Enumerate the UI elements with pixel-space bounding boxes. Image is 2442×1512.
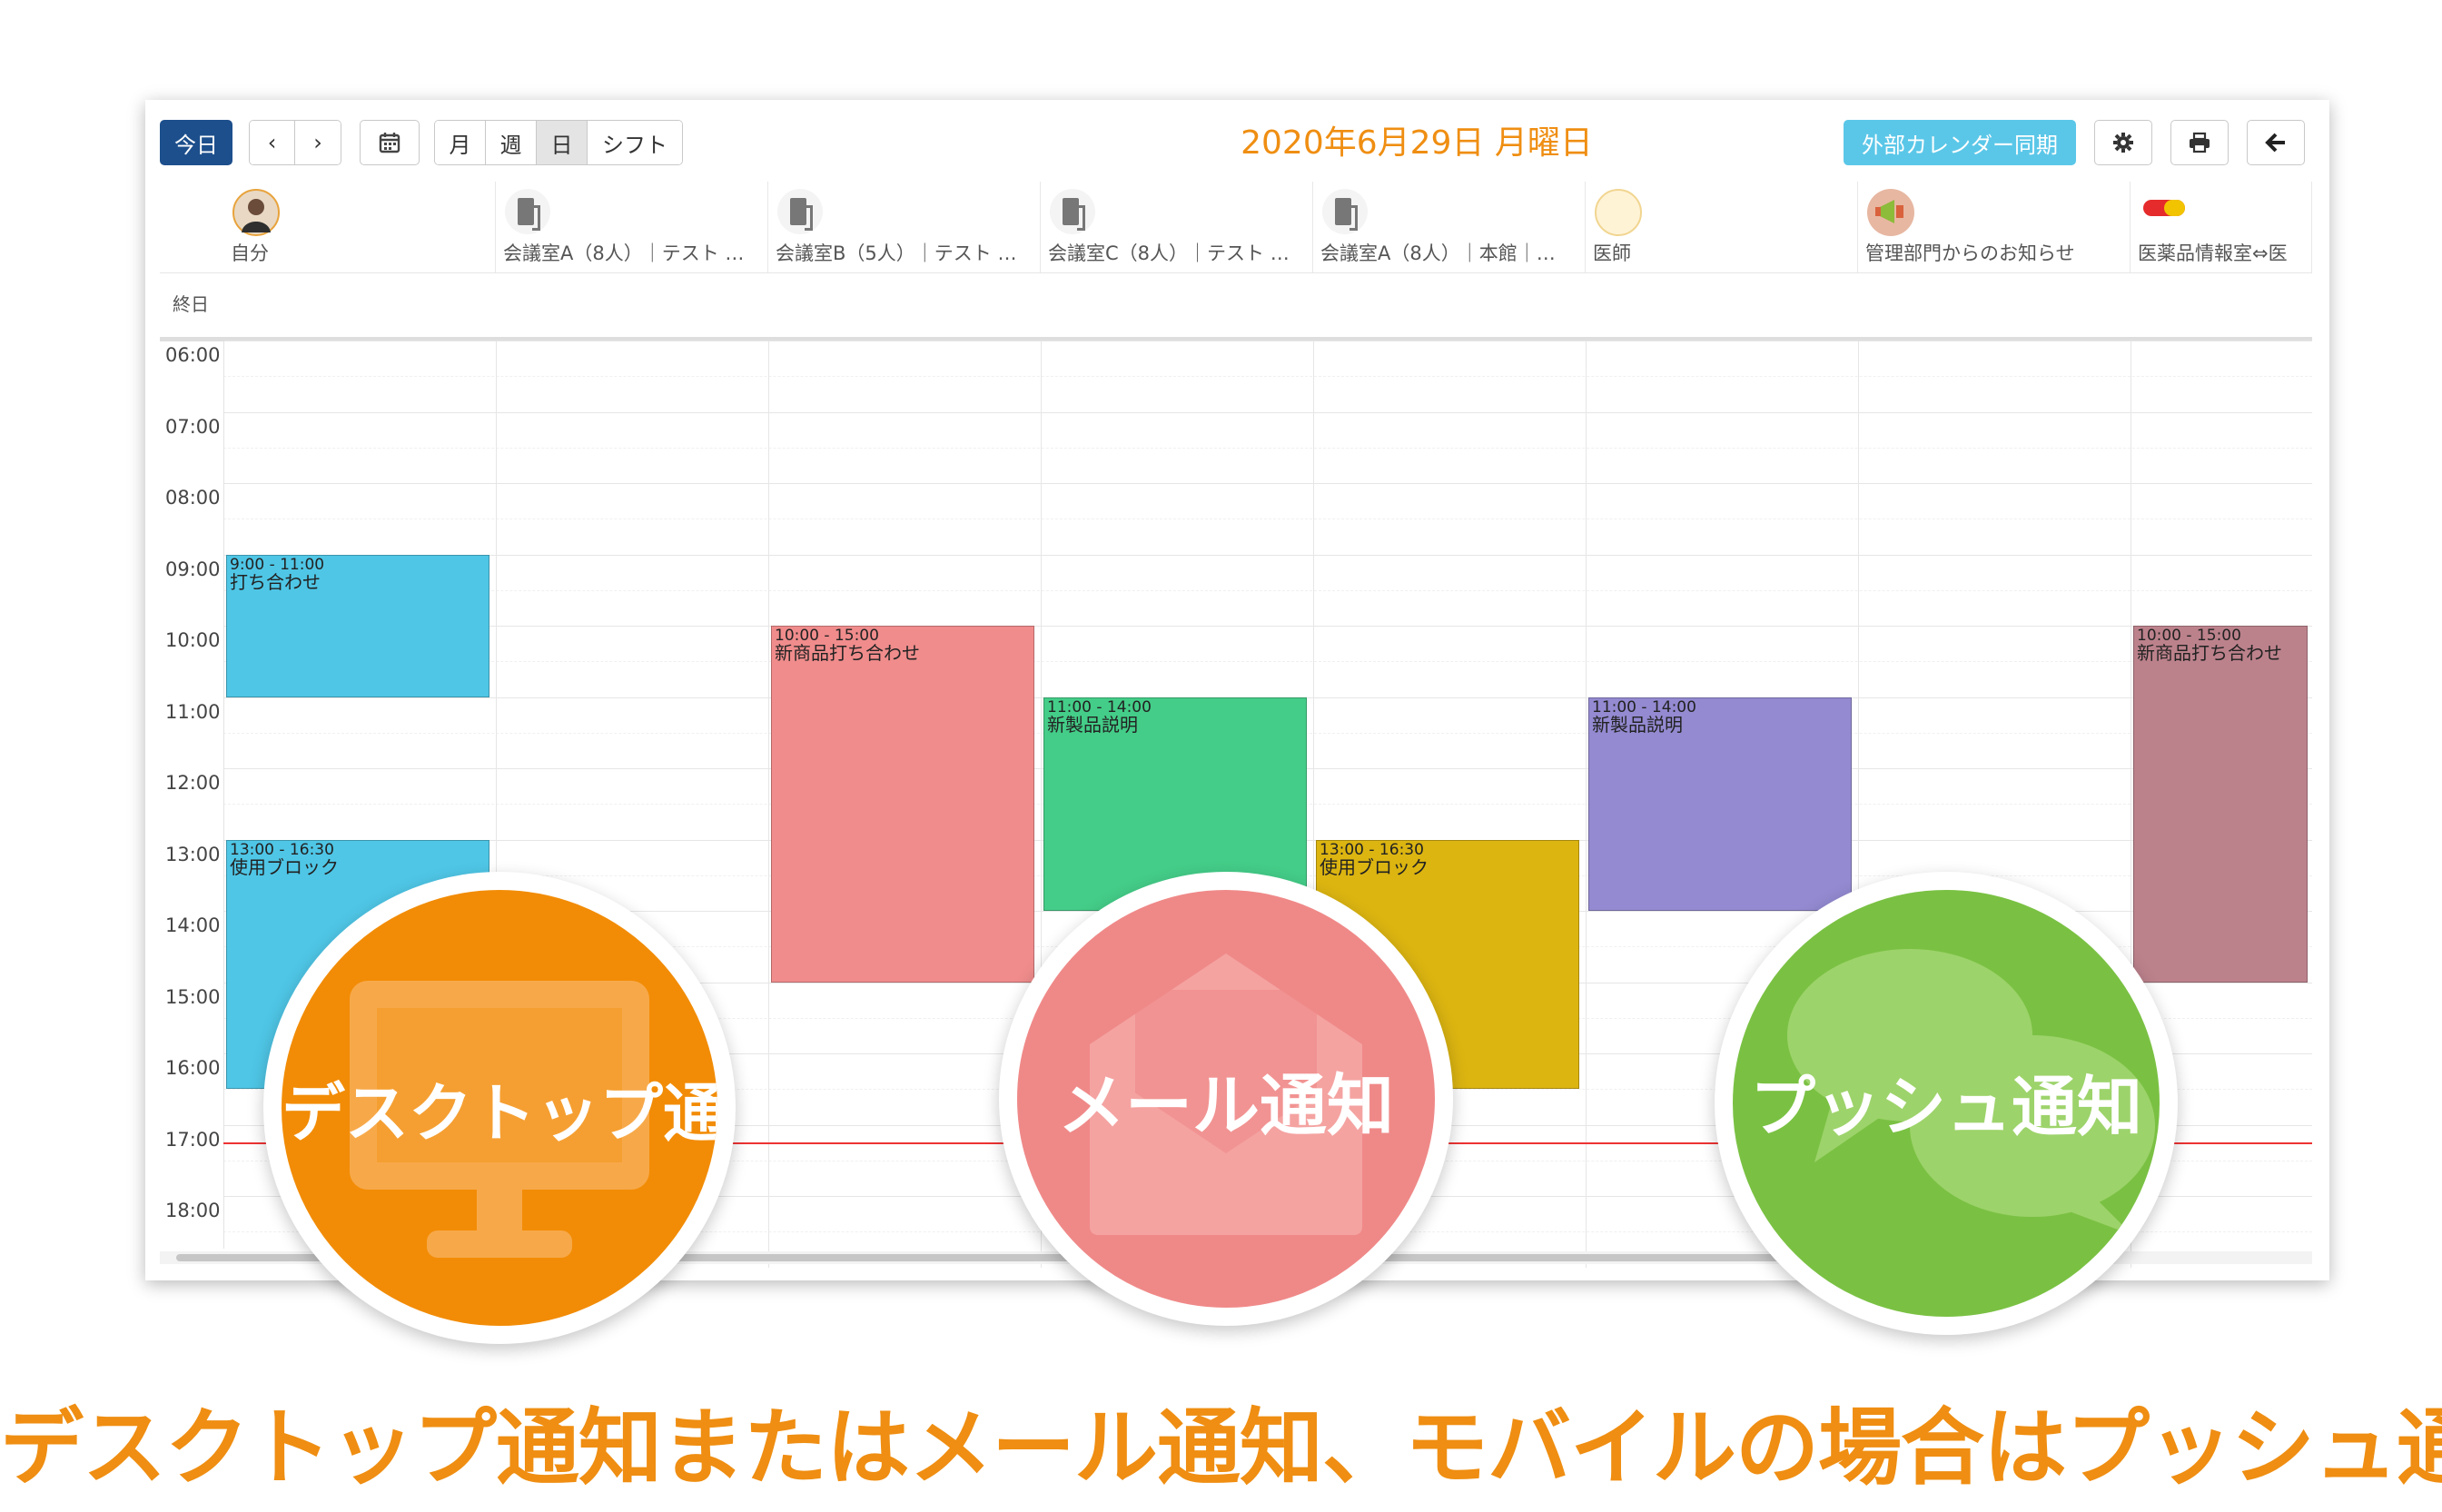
column-divider <box>768 341 769 1268</box>
half-hour-line <box>223 447 2312 449</box>
all-day-label: 終日 <box>173 293 209 315</box>
next-button[interactable]: › <box>295 121 341 164</box>
time-label: 11:00 <box>165 700 221 723</box>
megaphone-icon <box>1867 189 1914 236</box>
column-label: 自分 <box>231 242 269 264</box>
event-title: 打ち合わせ <box>230 570 321 593</box>
print-icon <box>2190 132 2210 153</box>
event-title: 新製品説明 <box>1592 713 1683 736</box>
badge-label: メール通知 <box>1058 1067 1394 1145</box>
time-axis: 06:00 07:00 08:00 09:00 10:00 11:00 12:00 13:00… <box>160 341 224 1249</box>
column-header-doctor[interactable]: 医師 <box>1586 182 1858 272</box>
hour-line <box>223 554 2312 556</box>
column-label: 会議室B（5人）｜テスト … <box>776 242 1017 264</box>
event-time: 13:00 - 16:30 <box>230 840 334 859</box>
print-button[interactable] <box>2170 120 2229 165</box>
door-icon <box>777 189 823 234</box>
half-hour-line <box>223 589 2312 591</box>
pill-icon <box>2140 189 2187 236</box>
calendar-event[interactable]: 10:00 - 15:00 新商品打ち合わせ <box>771 626 1034 983</box>
column-header-room[interactable]: 会議室C（8人）｜テスト … <box>1041 182 1313 272</box>
today-button[interactable]: 今日 <box>160 120 232 165</box>
view-month-tab[interactable]: 月 <box>435 121 486 164</box>
calendar-event[interactable]: 9:00 - 11:00 打ち合わせ <box>226 554 489 697</box>
column-label: 会議室A（8人）｜本館｜… <box>1320 242 1556 264</box>
time-label: 06:00 <box>165 344 221 366</box>
date-title: 2020年6月29日 月曜日 <box>1241 124 1593 162</box>
event-time: 13:00 - 16:30 <box>1320 840 1424 859</box>
door-icon <box>1050 189 1095 234</box>
calendar-event[interactable]: 10:00 - 15:00 新商品打ち合わせ <box>2133 626 2308 983</box>
view-switcher: 月 週 日 シフト <box>434 120 683 165</box>
desktop-notification-badge: デスクトップ通知 <box>263 872 736 1344</box>
view-week-tab[interactable]: 週 <box>486 121 537 164</box>
time-label: 14:00 <box>165 914 221 936</box>
time-label: 09:00 <box>165 558 221 580</box>
column-label: 医薬品情報室⇔医 <box>2138 242 2288 264</box>
push-notification-badge: プッシュ通知 <box>1715 872 2178 1335</box>
event-title: 新製品説明 <box>1047 713 1138 736</box>
time-label: 10:00 <box>165 629 221 651</box>
half-hour-line <box>223 661 2312 663</box>
calendar-event[interactable]: 11:00 - 14:00 新製品説明 <box>1588 697 1852 911</box>
event-title: 新商品打ち合わせ <box>775 642 920 664</box>
column-label: 会議室C（8人）｜テスト … <box>1048 242 1290 264</box>
time-label: 15:00 <box>165 985 221 1008</box>
door-icon <box>1322 189 1368 234</box>
hour-line <box>223 626 2312 627</box>
column-header-drug-info[interactable]: 医薬品情報室⇔医 <box>2131 182 2312 272</box>
avatar <box>232 189 280 236</box>
footer-caption: デスクトップ通知またはメール通知、モバイルの場合はプッシュ通知 <box>0 1399 2442 1497</box>
time-label: 17:00 <box>165 1128 221 1151</box>
event-time: 9:00 - 11:00 <box>230 555 325 574</box>
time-label: 07:00 <box>165 415 221 438</box>
arrow-left-icon <box>2265 133 2285 153</box>
badge-label: プッシュ通知 <box>1749 1069 2142 1145</box>
settings-button[interactable] <box>2094 120 2152 165</box>
hour-line <box>223 411 2312 413</box>
hour-line <box>223 483 2312 484</box>
column-header-room[interactable]: 会議室A（8人）｜テスト … <box>496 182 768 272</box>
doctor-badge-icon <box>1595 189 1642 236</box>
column-header-room[interactable]: 会議室A（8人）｜本館｜… <box>1313 182 1586 272</box>
back-button[interactable] <box>2247 120 2305 165</box>
view-shift-tab[interactable]: シフト <box>588 121 682 164</box>
time-label: 08:00 <box>165 487 221 509</box>
column-label: 管理部門からのお知らせ <box>1865 242 2075 264</box>
gear-icon <box>2113 133 2133 153</box>
half-hour-line <box>223 376 2312 378</box>
event-time: 11:00 - 14:00 <box>1592 697 1696 716</box>
column-label: 医師 <box>1593 242 1631 264</box>
time-label: 18:00 <box>165 1200 221 1221</box>
column-header-self[interactable]: 自分 <box>223 182 496 272</box>
calendar-icon <box>379 133 400 153</box>
event-time: 11:00 - 14:00 <box>1047 697 1152 716</box>
column-header-notice[interactable]: 管理部門からのお知らせ <box>1858 182 2131 272</box>
event-title: 使用ブロック <box>1320 855 1429 878</box>
prev-button[interactable]: ‹ <box>250 121 295 164</box>
date-picker-button[interactable] <box>360 120 420 165</box>
view-day-tab[interactable]: 日 <box>537 121 588 164</box>
mail-notification-badge: メール通知 <box>999 872 1453 1326</box>
time-label: 13:00 <box>165 843 221 865</box>
time-label: 16:00 <box>165 1057 221 1079</box>
all-day-row[interactable]: 終日 <box>160 272 2312 341</box>
event-title: 新商品打ち合わせ <box>2137 642 2282 664</box>
event-title: 使用ブロック <box>230 855 339 878</box>
external-calendar-sync-button[interactable]: 外部カレンダー同期 <box>1844 120 2076 165</box>
column-header-room[interactable]: 会議室B（5人）｜テスト … <box>768 182 1041 272</box>
time-label: 12:00 <box>165 772 221 794</box>
column-divider <box>1586 341 1587 1268</box>
column-label: 会議室A（8人）｜テスト … <box>503 242 745 264</box>
door-icon <box>505 189 550 234</box>
nav-button-group: ‹ › <box>249 120 341 165</box>
badge-label: デスクトップ通知 <box>282 1076 727 1151</box>
